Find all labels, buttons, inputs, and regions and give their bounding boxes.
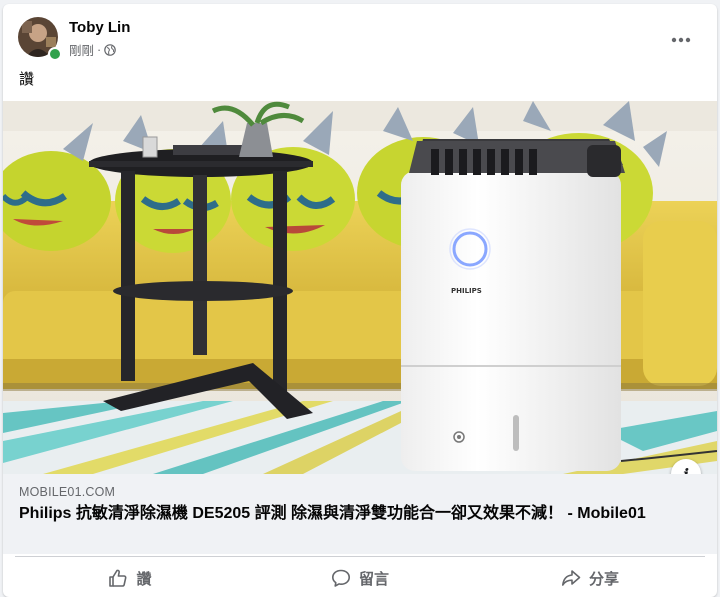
share-button[interactable]: 分享 [475,557,705,595]
like-button[interactable]: 讚 [15,557,245,595]
comment-label: 留言 [358,570,389,588]
post-body-text: 讚 [19,71,35,88]
post-actions-bar: 讚 留言 分享 [15,556,705,595]
link-preview-image[interactable]: PHILIPS [3,101,717,474]
comment-icon [331,569,350,587]
post-header: Toby Lin 剛剛 · [3,4,717,64]
meta-separator: · [97,42,102,57]
dehumidifier-brand-label: PHILIPS [451,287,482,295]
comment-button[interactable]: 留言 [245,557,475,595]
post-timestamp[interactable]: 剛剛 [69,40,94,59]
share-label: 分享 [588,570,619,588]
link-title[interactable]: Philips 抗敏清淨除濕機 DE5205 評測 除濕與清淨雙功能合一卻又效果… [19,503,659,524]
post-card: Toby Lin 剛剛 · 讚 PHILIPS MOBILE01.COM Phi… [3,4,717,597]
share-icon [561,570,581,586]
more-horizontal-icon [671,37,691,43]
link-preview-caption[interactable]: MOBILE01.COM Philips 抗敏清淨除濕機 DE5205 評測 除… [3,474,717,554]
author-name[interactable]: Toby Lin [69,19,130,36]
post-meta: 剛剛 · [69,40,116,59]
globe-icon[interactable] [104,43,116,56]
like-label: 讚 [136,570,152,588]
thumbs-up-icon [109,569,127,587]
link-domain: MOBILE01.COM [19,485,116,499]
more-options-button[interactable] [663,22,699,58]
online-status-dot [48,47,62,61]
